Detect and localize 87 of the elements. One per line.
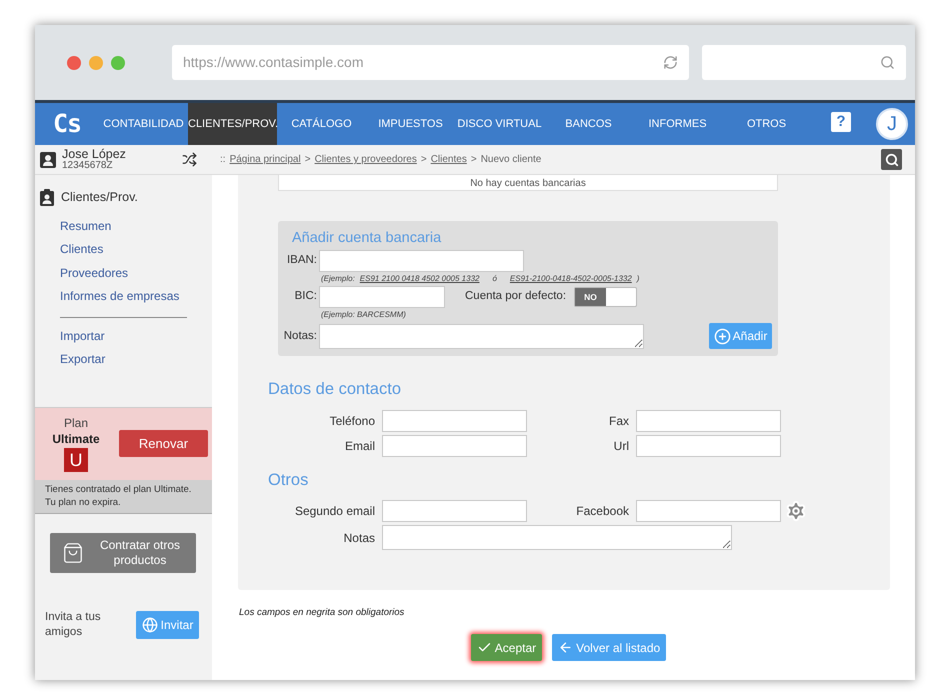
input-field[interactable] xyxy=(636,435,781,457)
sidebar-link[interactable]: Resumen xyxy=(35,214,212,238)
help-button[interactable]: ? xyxy=(831,112,851,132)
user-avatar[interactable]: J xyxy=(876,108,908,140)
iban-hint: (Ejemplo: ES91 2100 0418 4502 0005 1332 ó ES91-2100-0418-4502-0005-1332 ) xyxy=(321,273,640,285)
search-button[interactable] xyxy=(881,149,902,170)
breadcrumb-link[interactable]: Página principal xyxy=(230,152,301,167)
nav-tab[interactable]: BANCOS xyxy=(544,103,633,145)
breadcrumb-text: Nuevo cliente xyxy=(480,153,542,167)
nav-tab[interactable]: CATÁLOGO xyxy=(277,103,366,145)
field-label: Notas xyxy=(342,530,376,546)
input-field[interactable] xyxy=(382,500,527,522)
shuffle-icon[interactable] xyxy=(182,152,197,167)
plan-name: Ultimate xyxy=(52,431,100,448)
url-text: https://www.contasimple.com xyxy=(183,53,365,72)
nav-tab[interactable]: INFORMES xyxy=(633,103,722,145)
plus-icon xyxy=(714,328,731,344)
breadcrumb-text: > xyxy=(420,153,427,167)
notes-field[interactable] xyxy=(382,525,732,550)
globe-icon xyxy=(142,616,158,633)
sidebar-link[interactable]: Importar xyxy=(60,324,187,348)
nav-tab[interactable]: OTROS xyxy=(722,103,811,145)
user-name: Jose López xyxy=(62,148,127,160)
field-label: Url xyxy=(612,438,630,455)
invite-text: Invita a tus amigos xyxy=(45,610,102,640)
sidebar-link[interactable]: Exportar xyxy=(60,348,187,372)
input-field[interactable] xyxy=(382,410,527,432)
sidebar-link[interactable]: Informes de empresas xyxy=(35,285,212,309)
bic-label: BIC: xyxy=(294,289,318,304)
input-field[interactable] xyxy=(636,500,781,522)
renew-button[interactable]: Renovar xyxy=(119,430,208,458)
default-account-toggle[interactable]: NO xyxy=(574,287,638,307)
settings-icon[interactable] xyxy=(785,500,807,522)
add-account-title: Añadir cuenta bancaria xyxy=(292,229,442,248)
empty-accounts-text: No hay cuentas bancarias xyxy=(470,178,586,190)
maximize-window-icon[interactable] xyxy=(111,56,125,70)
section-title: Clientes/Prov. xyxy=(61,189,138,206)
close-window-icon[interactable] xyxy=(67,56,81,70)
plan-note: Tienes contratado el plan Ultimate. Tu plan no expira. xyxy=(35,480,212,514)
shop-button[interactable]: Contratar otros productos xyxy=(50,532,196,573)
section-heading: Datos de contacto xyxy=(268,379,402,400)
user-id: 12345678Z xyxy=(62,160,113,172)
breadcrumb-link[interactable]: Clientes xyxy=(430,152,467,167)
nav-tab[interactable]: IMPUESTOS xyxy=(366,103,455,145)
field-label: Teléfono xyxy=(328,413,376,430)
plan-label: Plan xyxy=(64,415,88,432)
breadcrumb-link[interactable]: Clientes y proveedores xyxy=(314,152,417,167)
breadcrumb-text: > xyxy=(304,153,311,167)
input-field[interactable] xyxy=(382,435,527,457)
shopping-bag-icon xyxy=(62,540,84,565)
clipboard-user-icon xyxy=(40,188,54,206)
notes-label: Notas: xyxy=(282,328,318,344)
required-fields-note: Los campos en negrita son obligatorios xyxy=(239,606,406,620)
minimize-window-icon[interactable] xyxy=(89,56,103,70)
example-link[interactable]: ES91-2100-0418-4502-0005-1332 xyxy=(510,273,632,285)
search-icon[interactable] xyxy=(880,55,895,70)
browser-search-field[interactable] xyxy=(702,45,906,80)
address-bar[interactable]: https://www.contasimple.com xyxy=(172,45,689,80)
add-button[interactable]: Añadir xyxy=(709,323,772,349)
iban-label: IBAN: xyxy=(286,253,318,268)
accept-button[interactable]: Aceptar xyxy=(470,634,542,662)
back-button[interactable]: Volver al listado xyxy=(552,634,666,662)
sidebar-link[interactable]: Clientes xyxy=(35,238,212,262)
user-card-icon xyxy=(40,152,56,168)
reload-icon[interactable] xyxy=(663,55,678,70)
nav-tab[interactable]: DISCO VIRTUAL xyxy=(455,103,544,145)
breadcrumb-text: > xyxy=(470,153,477,167)
breadcrumb-text: :: xyxy=(220,153,226,167)
field-label: Email xyxy=(344,438,376,455)
bic-field[interactable] xyxy=(319,286,445,308)
default-account-label: Cuenta por defecto: xyxy=(465,289,566,304)
section-heading: Otros xyxy=(268,470,310,491)
field-label: Segundo email xyxy=(294,503,376,520)
nav-tab[interactable]: CONTABILIDAD xyxy=(99,103,188,145)
field-label: Fax xyxy=(608,413,630,430)
logo[interactable]: Cs xyxy=(35,105,99,143)
notes-field[interactable] xyxy=(319,324,644,349)
bic-hint: (Ejemplo: BARCESMM) xyxy=(321,309,406,321)
input-field[interactable] xyxy=(636,410,781,432)
field-label: Facebook xyxy=(575,503,630,520)
plan-badge: U xyxy=(64,448,88,472)
sidebar-link[interactable]: Proveedores xyxy=(35,262,212,286)
example-link[interactable]: ES91 2100 0418 4502 0005 1332 xyxy=(360,273,480,285)
nav-tab[interactable]: CLIENTES/PROV. xyxy=(188,103,277,145)
invite-button[interactable]: Invitar xyxy=(136,610,199,639)
iban-field[interactable] xyxy=(319,250,524,272)
search-icon xyxy=(884,152,898,166)
